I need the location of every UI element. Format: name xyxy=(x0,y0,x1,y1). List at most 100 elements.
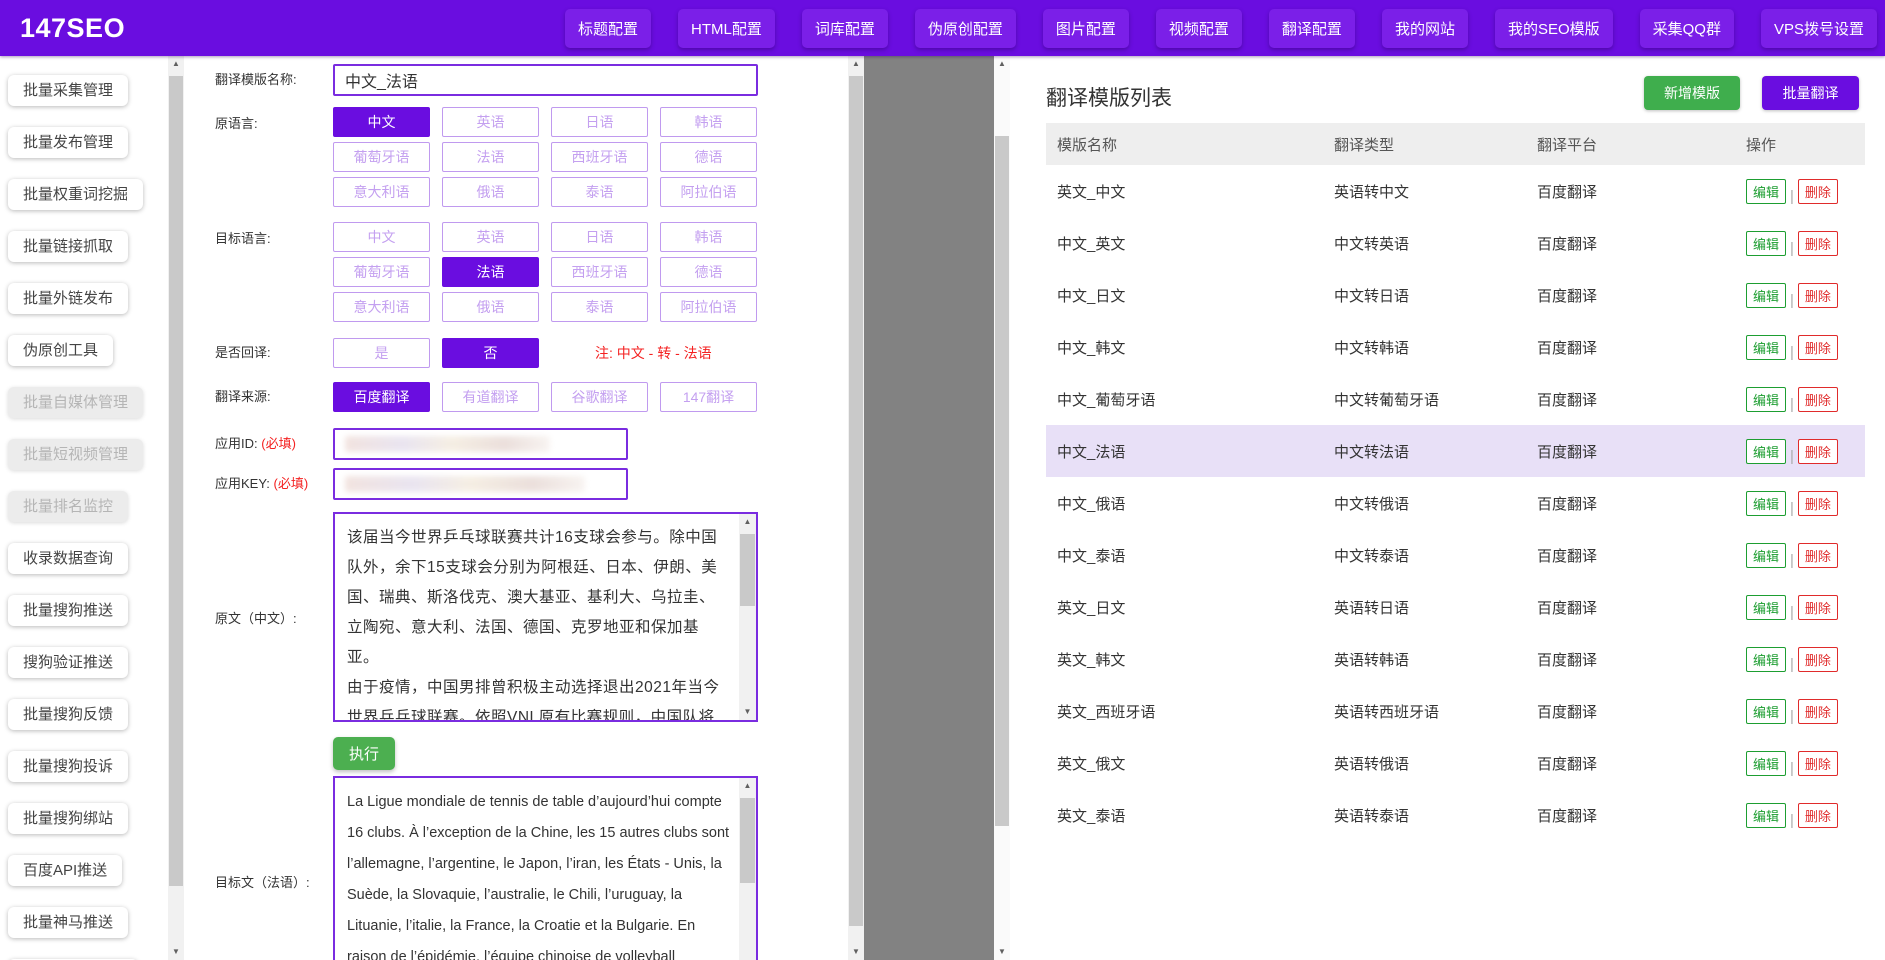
template-name-input[interactable] xyxy=(333,64,758,96)
back-translate-option-1[interactable]: 是 xyxy=(333,338,430,368)
target-text-scrollbar[interactable]: ▲ ▼ xyxy=(739,778,756,960)
delete-button[interactable]: 删除 xyxy=(1798,543,1838,568)
delete-button[interactable]: 删除 xyxy=(1798,231,1838,256)
scroll-up-icon[interactable]: ▲ xyxy=(168,56,184,72)
table-row[interactable]: 英文_中文英语转中文百度翻译编辑|删除 xyxy=(1046,165,1865,217)
scroll-thumb[interactable] xyxy=(740,534,755,606)
nav-item-my-sites[interactable]: 我的网站 xyxy=(1382,9,1468,48)
target-lang-option-11[interactable]: 泰语 xyxy=(551,292,648,322)
delete-button[interactable]: 删除 xyxy=(1798,387,1838,412)
sidebar-item-baidu-api-push[interactable]: 百度API推送 xyxy=(8,855,122,886)
edit-button[interactable]: 编辑 xyxy=(1746,595,1786,620)
delete-button[interactable]: 删除 xyxy=(1798,335,1838,360)
table-row[interactable]: 中文_英文中文转英语百度翻译编辑|删除 xyxy=(1046,217,1865,269)
sidebar-item-batch-backlink-publish[interactable]: 批量外链发布 xyxy=(8,283,128,314)
source-text-scrollbar[interactable]: ▲ ▼ xyxy=(739,514,756,720)
nav-item-vps-dial-settings[interactable]: VPS拨号设置 xyxy=(1761,9,1877,48)
table-row[interactable]: 英文_日文英语转日语百度翻译编辑|删除 xyxy=(1046,581,1865,633)
sidebar-item-batch-publish-manage[interactable]: 批量发布管理 xyxy=(8,127,128,158)
edit-button[interactable]: 编辑 xyxy=(1746,439,1786,464)
target-lang-option-8[interactable]: 德语 xyxy=(660,257,757,287)
batch-translate-button[interactable]: 批量翻译 xyxy=(1762,76,1859,110)
translate-source-option-2[interactable]: 有道翻译 xyxy=(442,382,539,412)
scroll-up-icon[interactable]: ▲ xyxy=(848,56,864,72)
table-row[interactable]: 中文_俄语中文转俄语百度翻译编辑|删除 xyxy=(1046,477,1865,529)
source-lang-option-7[interactable]: 西班牙语 xyxy=(551,142,648,172)
scroll-thumb[interactable] xyxy=(995,136,1009,826)
sidebar-item-pseudo-original-tool[interactable]: 伪原创工具 xyxy=(8,335,113,366)
sidebar-item-batch-weight-word-mining[interactable]: 批量权重词挖掘 xyxy=(8,179,143,210)
scroll-thumb[interactable] xyxy=(169,76,183,886)
execute-button[interactable]: 执行 xyxy=(333,737,395,770)
table-row[interactable]: 中文_韩文中文转韩语百度翻译编辑|删除 xyxy=(1046,321,1865,373)
delete-button[interactable]: 删除 xyxy=(1798,491,1838,516)
sidebar-scrollbar[interactable]: ▲ ▼ xyxy=(168,56,184,960)
target-lang-option-6[interactable]: 法语 xyxy=(442,257,539,287)
scroll-down-icon[interactable]: ▼ xyxy=(739,704,756,720)
sidebar-item-batch-link-crawl[interactable]: 批量链接抓取 xyxy=(8,231,128,262)
edit-button[interactable]: 编辑 xyxy=(1746,387,1786,412)
target-lang-option-5[interactable]: 葡萄牙语 xyxy=(333,257,430,287)
target-lang-option-1[interactable]: 中文 xyxy=(333,222,430,252)
edit-button[interactable]: 编辑 xyxy=(1746,231,1786,256)
table-row[interactable]: 英文_泰语英语转泰语百度翻译编辑|删除 xyxy=(1046,789,1865,841)
add-template-button[interactable]: 新增模版 xyxy=(1644,76,1740,110)
edit-button[interactable]: 编辑 xyxy=(1746,647,1786,672)
target-text-area[interactable]: La Ligue mondiale de tennis de table d’a… xyxy=(333,776,758,960)
source-lang-option-6[interactable]: 法语 xyxy=(442,142,539,172)
source-text-area[interactable]: 该届当今世界乒乓球联赛共计16支球会参与。除中国队外，余下15支球会分别为阿根廷… xyxy=(333,512,758,722)
form-panel-scrollbar[interactable]: ▲ ▼ xyxy=(848,56,864,960)
source-lang-option-8[interactable]: 德语 xyxy=(660,142,757,172)
nav-item-image-config[interactable]: 图片配置 xyxy=(1043,9,1129,48)
delete-button[interactable]: 删除 xyxy=(1798,803,1838,828)
table-row[interactable]: 中文_法语中文转法语百度翻译编辑|删除 xyxy=(1046,425,1865,477)
target-lang-option-3[interactable]: 日语 xyxy=(551,222,648,252)
target-lang-option-4[interactable]: 韩语 xyxy=(660,222,757,252)
delete-button[interactable]: 删除 xyxy=(1798,179,1838,204)
nav-item-html-config[interactable]: HTML配置 xyxy=(678,9,775,48)
target-lang-option-12[interactable]: 阿拉伯语 xyxy=(660,292,757,322)
nav-item-translate-config[interactable]: 翻译配置 xyxy=(1269,9,1355,48)
table-row[interactable]: 中文_葡萄牙语中文转葡萄牙语百度翻译编辑|删除 xyxy=(1046,373,1865,425)
source-lang-option-9[interactable]: 意大利语 xyxy=(333,177,430,207)
scroll-thumb[interactable] xyxy=(740,798,755,883)
nav-item-my-seo-templates[interactable]: 我的SEO模版 xyxy=(1495,9,1613,48)
scroll-thumb[interactable] xyxy=(849,76,863,926)
source-lang-option-5[interactable]: 葡萄牙语 xyxy=(333,142,430,172)
translate-source-option-4[interactable]: 147翻译 xyxy=(660,382,757,412)
target-lang-option-2[interactable]: 英语 xyxy=(442,222,539,252)
source-lang-option-4[interactable]: 韩语 xyxy=(660,107,757,137)
scroll-up-icon[interactable]: ▲ xyxy=(994,56,1010,72)
target-lang-option-9[interactable]: 意大利语 xyxy=(333,292,430,322)
nav-item-pseudo-original-config[interactable]: 伪原创配置 xyxy=(915,9,1016,48)
delete-button[interactable]: 删除 xyxy=(1798,751,1838,776)
source-lang-option-10[interactable]: 俄语 xyxy=(442,177,539,207)
delete-button[interactable]: 删除 xyxy=(1798,439,1838,464)
delete-button[interactable]: 删除 xyxy=(1798,595,1838,620)
delete-button[interactable]: 删除 xyxy=(1798,647,1838,672)
table-row[interactable]: 中文_泰语中文转泰语百度翻译编辑|删除 xyxy=(1046,529,1865,581)
edit-button[interactable]: 编辑 xyxy=(1746,699,1786,724)
edit-button[interactable]: 编辑 xyxy=(1746,491,1786,516)
nav-item-lexicon-config[interactable]: 词库配置 xyxy=(802,9,888,48)
delete-button[interactable]: 删除 xyxy=(1798,283,1838,308)
source-lang-option-11[interactable]: 泰语 xyxy=(551,177,648,207)
edit-button[interactable]: 编辑 xyxy=(1746,335,1786,360)
scroll-down-icon[interactable]: ▼ xyxy=(848,944,864,960)
edit-button[interactable]: 编辑 xyxy=(1746,543,1786,568)
sidebar-item-batch-shenma-push[interactable]: 批量神马推送 xyxy=(8,907,128,938)
table-row[interactable]: 英文_俄文英语转俄语百度翻译编辑|删除 xyxy=(1046,737,1865,789)
scroll-up-icon[interactable]: ▲ xyxy=(739,514,756,530)
edit-button[interactable]: 编辑 xyxy=(1746,751,1786,776)
source-lang-option-2[interactable]: 英语 xyxy=(442,107,539,137)
sidebar-item-batch-sogou-feedback[interactable]: 批量搜狗反馈 xyxy=(8,699,128,730)
translate-source-option-3[interactable]: 谷歌翻译 xyxy=(551,382,648,412)
sidebar-item-sogou-verify-push[interactable]: 搜狗验证推送 xyxy=(8,647,128,678)
nav-item-collect-qq-group[interactable]: 采集QQ群 xyxy=(1640,9,1734,48)
sidebar-item-batch-sogou-bind-site[interactable]: 批量搜狗绑站 xyxy=(8,803,128,834)
back-translate-option-2[interactable]: 否 xyxy=(442,338,539,368)
target-lang-option-10[interactable]: 俄语 xyxy=(442,292,539,322)
translate-source-option-1[interactable]: 百度翻译 xyxy=(333,382,430,412)
table-row[interactable]: 中文_日文中文转日语百度翻译编辑|删除 xyxy=(1046,269,1865,321)
table-row[interactable]: 英文_韩文英语转韩语百度翻译编辑|删除 xyxy=(1046,633,1865,685)
